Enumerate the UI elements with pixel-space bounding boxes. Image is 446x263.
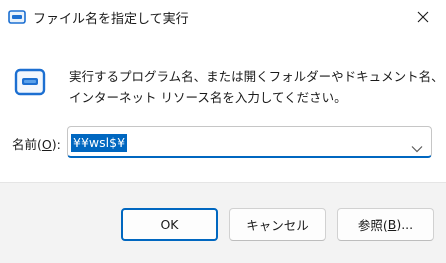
close-button[interactable]	[400, 0, 446, 34]
browse-accesskey: B	[387, 217, 397, 232]
browse-label: 参照(	[357, 218, 388, 233]
run-dialog: ファイル名を指定して実行 実行するプログラム名、または開くフォルダーやドキュメン…	[0, 0, 446, 263]
description-line: インターネット リソース名を入力してください。	[69, 90, 347, 105]
ok-button[interactable]: OK	[121, 208, 218, 241]
run-dialog-icon	[14, 66, 46, 98]
title-bar: ファイル名を指定して実行	[0, 0, 446, 36]
chevron-down-icon[interactable]	[411, 138, 423, 153]
open-label-text: 名前(	[12, 137, 42, 152]
close-icon	[417, 11, 429, 23]
cancel-button[interactable]: キャンセル	[229, 208, 326, 241]
browse-button[interactable]: 参照(B)...	[337, 208, 434, 241]
open-combobox[interactable]: ¥¥wsl$¥	[67, 126, 432, 158]
dialog-description: 実行するプログラム名、または開くフォルダーやドキュメント名、 インターネット リ…	[69, 66, 444, 108]
description-line: 実行するプログラム名、または開くフォルダーやドキュメント名、	[69, 69, 444, 84]
open-label-accesskey: O	[41, 137, 52, 152]
run-dialog-icon	[8, 9, 26, 25]
window-title: ファイル名を指定して実行	[33, 12, 189, 27]
browse-suffix: )...	[396, 217, 414, 232]
open-label: 名前(O):	[12, 134, 61, 153]
open-input[interactable]: ¥¥wsl$¥	[71, 134, 128, 152]
open-label-suffix: ):	[51, 137, 61, 152]
